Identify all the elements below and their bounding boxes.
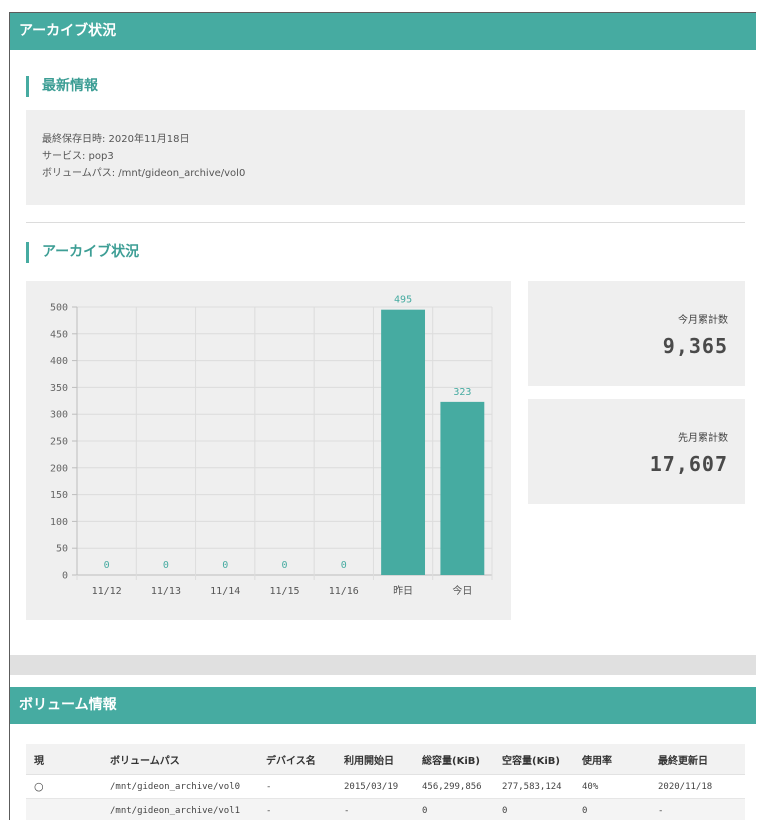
volume-section-header: ボリューム情報 (10, 687, 756, 724)
last-month-label: 先月累計数 (678, 429, 728, 444)
x-tick-label: 11/15 (269, 586, 299, 597)
cell-device: - (258, 775, 336, 799)
archive-status-heading: アーカイブ状況 (26, 242, 139, 263)
section-separator-band (10, 655, 756, 675)
col-header-current: 現 (26, 744, 102, 775)
cell-total-capacity: 456,299,856 (414, 775, 494, 799)
data-label: 0 (341, 560, 347, 571)
x-tick-label: 11/14 (210, 586, 240, 597)
last-saved-text: 最終保存日時: 2020年11月18日 (42, 130, 189, 145)
cell-start-date: 2015/03/19 (336, 775, 414, 799)
col-header-start-date: 利用開始日 (336, 744, 414, 775)
y-tick-label: 0 (62, 571, 68, 582)
cell-total-capacity: 0 (414, 799, 494, 820)
volume-path-text: ボリュームパス: /mnt/gideon_archive/vol0 (42, 164, 245, 179)
data-label: 0 (104, 560, 110, 571)
x-tick-label: 11/16 (329, 586, 359, 597)
y-tick-label: 450 (50, 329, 68, 340)
col-header-volume-path: ボリュームパス (102, 744, 258, 775)
cell-usage: 0 (574, 799, 650, 820)
y-tick-label: 150 (50, 490, 68, 501)
data-label: 0 (281, 560, 287, 571)
section-divider (26, 222, 745, 223)
cell-current: ○ (26, 775, 102, 799)
cell-volume-path: /mnt/gideon_archive/vol0 (102, 775, 258, 799)
cell-start-date: - (336, 799, 414, 820)
col-header-device: デバイス名 (258, 744, 336, 775)
last-month-card: 先月累計数 17,607 (528, 399, 745, 504)
x-tick-label: 11/12 (92, 586, 122, 597)
x-tick-label: 11/13 (151, 586, 181, 597)
bar (381, 310, 425, 575)
data-label: 0 (222, 560, 228, 571)
table-row: ○ /mnt/gideon_archive/vol0 - 2015/03/19 … (26, 775, 745, 799)
x-tick-label: 今日 (452, 584, 472, 597)
cell-free-capacity: 277,583,124 (494, 775, 574, 799)
col-header-last-updated: 最終更新日 (650, 744, 745, 775)
service-text: サービス: pop3 (42, 147, 114, 162)
cell-volume-path: /mnt/gideon_archive/vol1 (102, 799, 258, 820)
y-tick-label: 350 (50, 383, 68, 394)
y-tick-label: 200 (50, 463, 68, 474)
y-tick-label: 300 (50, 410, 68, 421)
last-month-value: 17,607 (650, 452, 728, 476)
volume-table-header-row: 現 ボリュームパス デバイス名 利用開始日 総容量(KiB) 空容量(KiB) … (26, 744, 745, 775)
x-tick-label: 昨日 (393, 585, 413, 597)
cell-free-capacity: 0 (494, 799, 574, 820)
y-tick-label: 100 (50, 517, 68, 528)
bar-chart: 0 50 100 150 200 250 300 350 400 450 500 0 11/12 0 11/… (26, 281, 511, 620)
bar (440, 402, 484, 575)
col-header-free-capacity: 空容量(KiB) (494, 744, 574, 775)
cell-device: - (258, 799, 336, 820)
volume-table: 現 ボリュームパス デバイス名 利用開始日 総容量(KiB) 空容量(KiB) … (26, 744, 745, 820)
cell-usage: 40% (574, 775, 650, 799)
cell-current (26, 799, 102, 820)
cell-last-updated: 2020/11/18 (650, 775, 745, 799)
archive-section-header: アーカイブ状況 (10, 13, 756, 50)
y-tick-label: 50 (56, 544, 68, 555)
daily-archive-chart: 0 50 100 150 200 250 300 350 400 450 500 0 11/12 0 11/… (26, 281, 511, 620)
latest-info-heading: 最新情報 (26, 76, 98, 97)
data-label: 495 (394, 295, 412, 306)
y-tick-label: 500 (50, 303, 68, 314)
data-label: 323 (453, 387, 471, 398)
table-row: /mnt/gideon_archive/vol1 - - 0 0 0 - (26, 799, 745, 820)
y-tick-label: 250 (50, 437, 68, 448)
y-tick-label: 400 (50, 356, 68, 367)
latest-info-box: 最終保存日時: 2020年11月18日 サービス: pop3 ボリュームパス: … (26, 110, 745, 205)
archive-page: アーカイブ状況 最新情報 最終保存日時: 2020年11月18日 サービス: p… (9, 12, 756, 820)
col-header-usage: 使用率 (574, 744, 650, 775)
col-header-total-capacity: 総容量(KiB) (414, 744, 494, 775)
this-month-value: 9,365 (663, 334, 728, 358)
cell-last-updated: - (650, 799, 745, 820)
this-month-label: 今月累計数 (678, 311, 728, 326)
data-label: 0 (163, 560, 169, 571)
this-month-card: 今月累計数 9,365 (528, 281, 745, 386)
